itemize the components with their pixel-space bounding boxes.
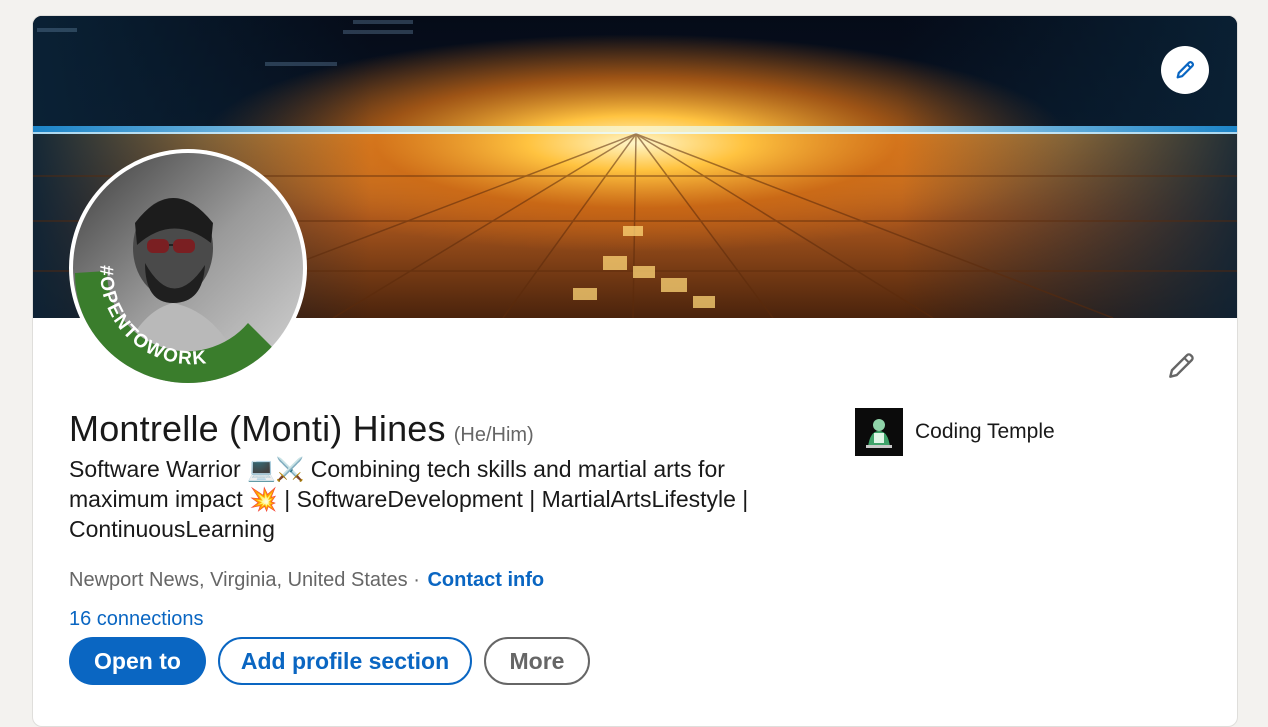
profile-name: Montrelle (Monti) Hines [69,408,446,449]
add-profile-section-button[interactable]: Add profile section [218,637,472,685]
separator-dot: · [413,569,420,591]
profile-actions: Open to Add profile section More [69,637,590,685]
connections-link[interactable]: 16 connections [69,608,204,631]
company-logo [855,408,903,456]
profile-headline: Software Warrior 💻⚔️ Combining tech skil… [69,456,749,542]
contact-info-link[interactable]: Contact info [427,569,544,591]
pencil-icon [1169,353,1194,378]
open-to-button[interactable]: Open to [69,637,206,685]
pencil-icon [1176,60,1195,79]
avatar-image: #OPENTOWORK [73,153,303,383]
profile-card: #OPENTOWORK Montrelle (Monti) Hines (He/… [32,15,1238,727]
profile-photo[interactable]: #OPENTOWORK [69,149,307,387]
company-logo-icon [866,419,892,448]
pronouns: (He/Him) [453,424,534,446]
name-row: Montrelle (Monti) Hines (He/Him) [69,408,534,450]
company-name: Coding Temple [915,420,1055,443]
location: Newport News, Virginia, United States [69,569,408,591]
current-company[interactable]: Coding Temple [855,408,1055,456]
banner-edit-button[interactable] [1161,46,1209,94]
more-button[interactable]: More [484,637,590,685]
intro-edit-button[interactable] [1161,346,1201,386]
location-row: Newport News, Virginia, United States · … [69,569,544,592]
